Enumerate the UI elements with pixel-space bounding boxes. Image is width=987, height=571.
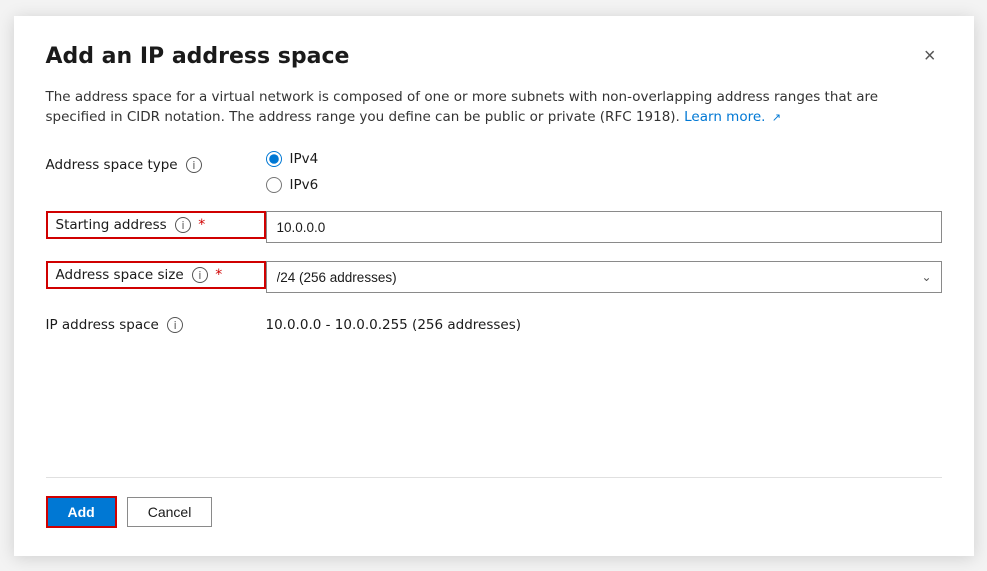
learn-more-link[interactable]: Learn more. bbox=[684, 109, 765, 125]
ip-address-space-value: 10.0.0.0 - 10.0.0.255 (256 addresses) bbox=[266, 311, 942, 333]
starting-address-required: * bbox=[198, 217, 205, 233]
dialog-description: The address space for a virtual network … bbox=[46, 87, 942, 128]
starting-address-label: Starting address bbox=[56, 217, 167, 233]
address-space-size-select-wrapper: /24 (256 addresses) /25 (128 addresses) … bbox=[266, 261, 942, 293]
ipv4-radio[interactable] bbox=[266, 151, 282, 167]
address-space-type-row: Address space type i IPv4 IPv6 bbox=[46, 151, 942, 193]
ipv6-label: IPv6 bbox=[290, 177, 319, 193]
address-space-size-info-icon[interactable]: i bbox=[192, 267, 208, 283]
ip-address-space-label-col: IP address space i bbox=[46, 311, 266, 333]
address-space-type-control: IPv4 IPv6 bbox=[266, 151, 942, 193]
starting-address-control bbox=[266, 211, 942, 243]
ip-address-space-control: 10.0.0.0 - 10.0.0.255 (256 addresses) bbox=[266, 311, 942, 333]
add-button[interactable]: Add bbox=[46, 496, 117, 528]
ip-address-space-row: IP address space i 10.0.0.0 - 10.0.0.255… bbox=[46, 311, 942, 333]
address-space-size-label-col: Address space size i * bbox=[46, 261, 266, 289]
ip-address-space-info-icon[interactable]: i bbox=[167, 317, 183, 333]
address-space-size-label: Address space size bbox=[56, 267, 184, 283]
cancel-button[interactable]: Cancel bbox=[127, 497, 213, 527]
address-space-size-required: * bbox=[215, 267, 222, 283]
starting-address-label-col: Starting address i * bbox=[46, 211, 266, 239]
add-ip-address-space-dialog: Add an IP address space × The address sp… bbox=[14, 16, 974, 556]
dialog-footer: Add Cancel bbox=[46, 477, 942, 528]
address-space-type-label-col: Address space type i bbox=[46, 151, 266, 173]
starting-address-info-icon[interactable]: i bbox=[175, 217, 191, 233]
address-space-size-select[interactable]: /24 (256 addresses) /25 (128 addresses) … bbox=[266, 261, 942, 293]
close-button[interactable]: × bbox=[918, 44, 942, 68]
starting-address-row: Starting address i * bbox=[46, 211, 942, 243]
ipv6-radio[interactable] bbox=[266, 177, 282, 193]
address-type-radio-group: IPv4 IPv6 bbox=[266, 151, 942, 193]
ip-address-space-label: IP address space bbox=[46, 317, 159, 333]
address-space-size-control: /24 (256 addresses) /25 (128 addresses) … bbox=[266, 261, 942, 293]
ipv4-label: IPv4 bbox=[290, 151, 319, 167]
ipv4-radio-label[interactable]: IPv4 bbox=[266, 151, 942, 167]
address-space-type-label: Address space type bbox=[46, 157, 178, 173]
address-space-size-row: Address space size i * /24 (256 addresse… bbox=[46, 261, 942, 293]
external-link-icon: ↗ bbox=[772, 111, 781, 124]
form-section: Address space type i IPv4 IPv6 bbox=[46, 151, 942, 453]
starting-address-input[interactable] bbox=[266, 211, 942, 243]
address-space-type-info-icon[interactable]: i bbox=[186, 157, 202, 173]
dialog-header: Add an IP address space × bbox=[46, 44, 942, 69]
dialog-title: Add an IP address space bbox=[46, 44, 350, 69]
ipv6-radio-label[interactable]: IPv6 bbox=[266, 177, 942, 193]
